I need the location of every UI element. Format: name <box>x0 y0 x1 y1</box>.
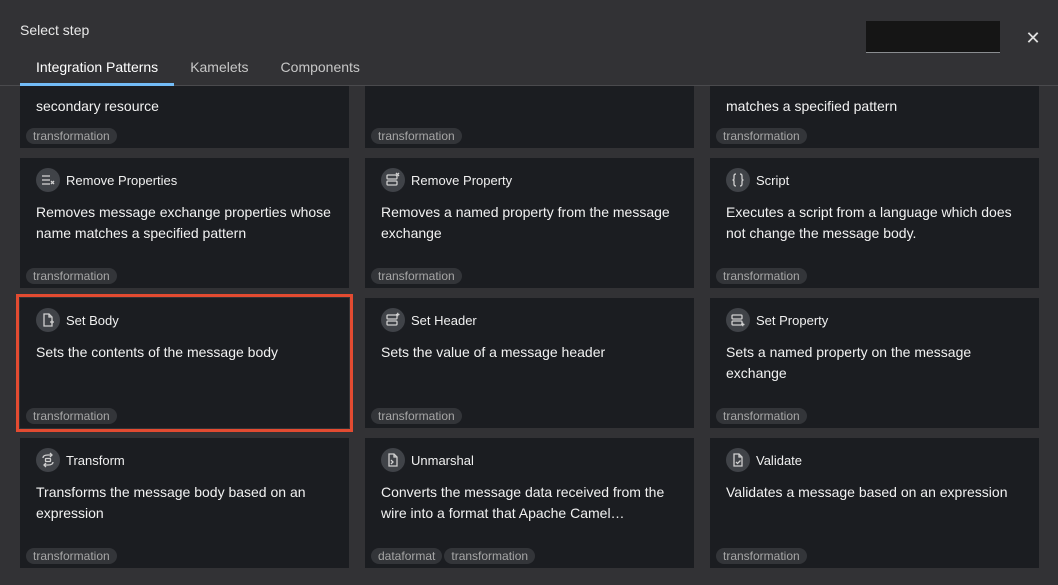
step-card-set-header[interactable]: Set Header Sets the value of a message h… <box>365 298 694 428</box>
tag-label: transformation <box>26 408 117 424</box>
card-title: Remove Properties <box>66 172 178 188</box>
card-description: Removes a named property from the messag… <box>381 204 670 241</box>
card-description: Executes a script from a language which … <box>726 204 1012 241</box>
card-title: Set Header <box>411 312 477 328</box>
card-tags: transformation <box>716 268 807 284</box>
step-card-unmarshal[interactable]: Unmarshal Converts the message data rece… <box>365 438 694 568</box>
card-header: Remove Property <box>381 168 512 192</box>
card-title: Unmarshal <box>411 452 474 468</box>
validate-icon <box>726 448 750 472</box>
tag-label: transformation <box>371 408 462 424</box>
tag-label: dataformat <box>371 548 443 564</box>
remove-property-icon <box>381 168 405 192</box>
tab-bar: Integration Patterns Kamelets Components <box>20 52 376 86</box>
tab-integration-patterns[interactable]: Integration Patterns <box>20 52 175 86</box>
card-description: matches a specified pattern <box>726 98 898 114</box>
tag-label: transformation <box>716 128 807 144</box>
card-header: Remove Properties <box>36 168 177 192</box>
transform-icon <box>36 448 60 472</box>
card-tags: transformation <box>26 128 117 144</box>
card-title: Validate <box>756 452 803 468</box>
card-tags: transformation <box>371 408 462 424</box>
tag-label: transformation <box>26 548 117 564</box>
card-tags: transformation <box>716 408 807 424</box>
card-title: Transform <box>66 452 125 468</box>
tag-label: transformation <box>716 268 807 284</box>
card-description: Sets the contents of the message body <box>36 344 279 360</box>
card-header: Set Header <box>381 308 477 332</box>
step-card-script[interactable]: Script Executes a script from a language… <box>710 158 1039 288</box>
step-card[interactable]: matches a specified pattern transformati… <box>710 86 1039 148</box>
search-input[interactable] <box>866 21 1000 53</box>
step-card-remove-properties[interactable]: Remove Properties Removes message exchan… <box>20 158 349 288</box>
tag-label: transformation <box>716 548 807 564</box>
card-tags: dataformat transformation <box>371 548 536 564</box>
card-header: Transform <box>36 448 125 472</box>
card-tags: transformation <box>26 548 117 564</box>
tag-label: transformation <box>371 128 462 144</box>
step-card-validate[interactable]: Validate Validates a message based on an… <box>710 438 1039 568</box>
step-card[interactable]: transformation <box>365 86 694 148</box>
step-catalog: secondary resource transformation transf… <box>0 86 1058 585</box>
card-header: Script <box>726 168 789 192</box>
unmarshal-icon <box>381 448 405 472</box>
card-tags: transformation <box>371 128 462 144</box>
card-description: Sets the value of a message header <box>381 344 606 360</box>
step-card-transform[interactable]: Transform Transforms the message body ba… <box>20 438 349 568</box>
tag-label: transformation <box>716 408 807 424</box>
select-step-dialog: Select step ✕ Integration Patterns Kamel… <box>0 0 1058 585</box>
card-header: Validate <box>726 448 802 472</box>
step-card[interactable]: secondary resource transformation <box>20 86 349 148</box>
card-description: Validates a message based on an expressi… <box>726 484 1008 500</box>
step-card-grid: secondary resource transformation transf… <box>16 86 1039 568</box>
remove-properties-icon <box>36 168 60 192</box>
card-description: secondary resource <box>36 98 159 114</box>
tag-label: transformation <box>444 548 536 564</box>
script-icon <box>726 168 750 192</box>
card-description: Sets a named property on the message exc… <box>726 344 972 381</box>
card-title: Set Property <box>756 312 829 328</box>
card-tags: transformation <box>716 128 807 144</box>
card-tags: transformation <box>371 268 462 284</box>
tag-label: transformation <box>26 268 117 284</box>
tab-kamelets[interactable]: Kamelets <box>174 52 264 86</box>
set-property-icon <box>726 308 750 332</box>
tag-label: transformation <box>371 268 462 284</box>
card-tags: transformation <box>26 268 117 284</box>
step-card-set-property[interactable]: Set Property Sets a named property on th… <box>710 298 1039 428</box>
card-title: Script <box>756 172 790 188</box>
card-header: Set Body <box>36 308 119 332</box>
dialog-header: Select step ✕ Integration Patterns Kamel… <box>0 0 1058 86</box>
card-tags: transformation <box>716 548 807 564</box>
card-title: Remove Property <box>411 172 513 188</box>
tab-components[interactable]: Components <box>265 52 376 86</box>
step-card-set-body[interactable]: Set Body Sets the contents of the messag… <box>16 294 353 432</box>
card-header: Unmarshal <box>381 448 474 472</box>
card-tags: transformation <box>26 408 117 424</box>
card-header: Set Property <box>726 308 828 332</box>
dialog-title: Select step <box>20 22 90 38</box>
card-description: Transforms the message body based on an … <box>36 484 306 521</box>
card-description: Removes message exchange properties whos… <box>36 204 331 241</box>
set-body-icon <box>36 308 60 332</box>
card-title: Set Body <box>66 312 119 328</box>
tag-label: transformation <box>26 128 117 144</box>
step-card-remove-property[interactable]: Remove Property Removes a named property… <box>365 158 694 288</box>
card-description: Converts the message data received from … <box>381 484 665 521</box>
set-header-icon <box>381 308 405 332</box>
close-icon[interactable]: ✕ <box>1022 27 1044 49</box>
